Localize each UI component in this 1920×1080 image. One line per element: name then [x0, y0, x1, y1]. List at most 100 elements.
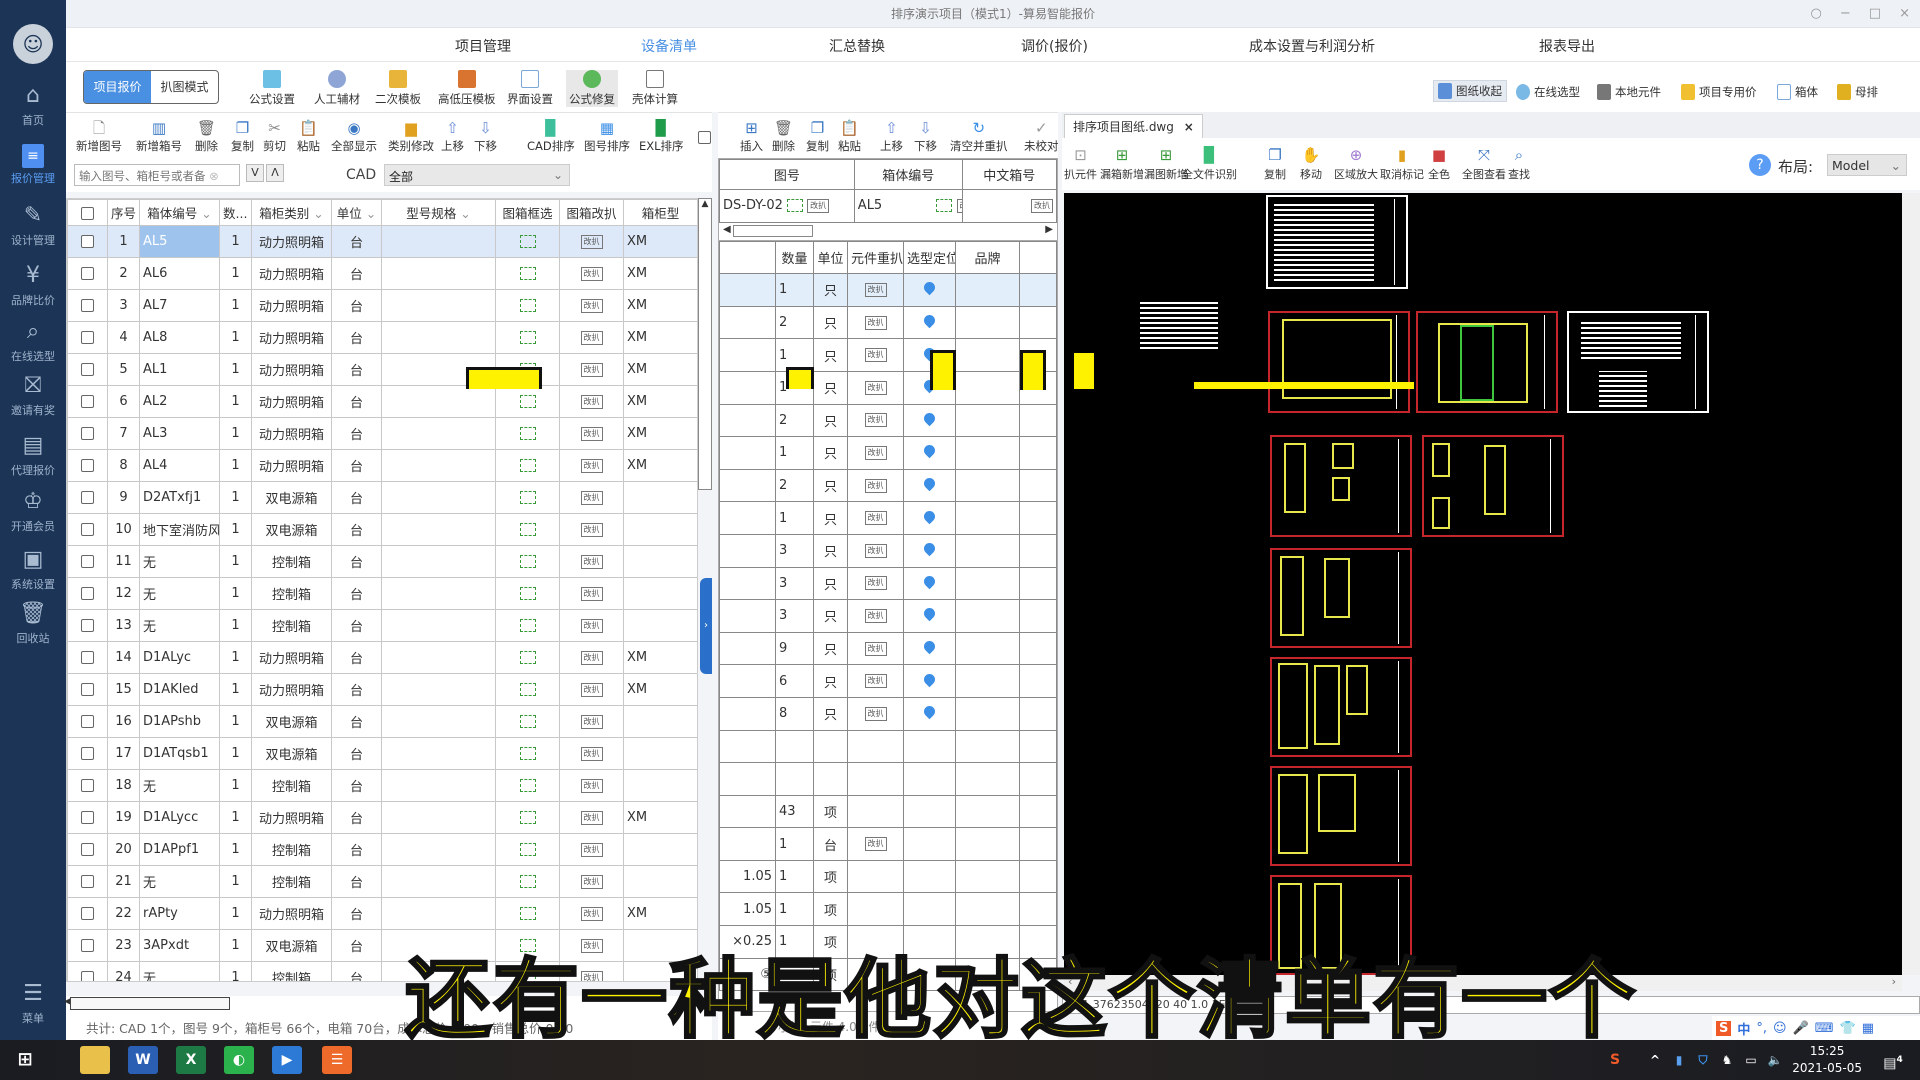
component-unit-cell[interactable]: 只 — [813, 696, 848, 731]
cell-model[interactable]: XM — [623, 417, 697, 450]
cell-unit[interactable]: 台 — [331, 449, 382, 482]
cell-spec[interactable] — [381, 673, 496, 706]
labor-materials-button[interactable]: 人工辅材 — [314, 70, 360, 107]
rescan-button[interactable]: 改扒 — [864, 511, 887, 526]
frame-select-icon[interactable] — [519, 491, 536, 504]
volume-icon[interactable]: 🔈 — [1760, 1046, 1790, 1074]
component-qty-cell[interactable]: 1 — [775, 892, 814, 927]
cell-unit[interactable]: 台 — [331, 833, 382, 866]
cell-code[interactable]: AL1 — [139, 353, 220, 386]
cell-code[interactable]: AL4 — [139, 449, 220, 482]
component-row[interactable]: 1 只 改扒 — [719, 273, 1057, 307]
component-unit-cell[interactable]: 台 — [813, 827, 848, 861]
component-column-4[interactable]: 选型定位 — [903, 240, 956, 275]
cell-unit[interactable]: 台 — [331, 865, 382, 898]
component-unit-cell[interactable]: 只 — [813, 533, 848, 568]
component-extra-cell[interactable] — [1019, 664, 1057, 698]
component-extra-cell[interactable] — [1019, 762, 1057, 796]
cell-unit[interactable]: 台 — [331, 705, 382, 738]
rescan-button[interactable]: 改扒 — [864, 315, 887, 330]
cell-spec[interactable] — [381, 577, 496, 610]
cad-sort-button[interactable]: ▉ CAD排序 — [527, 119, 575, 154]
cell-unit[interactable]: 台 — [331, 737, 382, 770]
cell-model[interactable] — [623, 481, 697, 514]
rescan-cell[interactable]: 改扒 — [559, 321, 624, 354]
row-checkbox-cell[interactable] — [67, 609, 108, 642]
frame-select-icon[interactable] — [519, 235, 536, 248]
component-brand-cell[interactable] — [955, 501, 1020, 535]
component-extra-cell[interactable] — [1019, 859, 1057, 894]
row-checkbox-cell[interactable] — [67, 577, 108, 610]
cell-code[interactable]: D2ATxfj1 — [139, 481, 220, 514]
cell-unit[interactable]: 台 — [331, 897, 382, 930]
emoji-icon[interactable]: ☺ — [1773, 1021, 1787, 1036]
mode-drawing-scan[interactable]: 扒图模式 — [151, 71, 218, 103]
tab-summary-replace[interactable]: 汇总替换 — [829, 36, 885, 56]
row-checkbox[interactable] — [81, 395, 94, 408]
table-row[interactable]: 21 无 1 控制箱台 改扒 — [67, 865, 697, 898]
row-checkbox[interactable] — [81, 843, 94, 856]
cad-tool-4[interactable]: ❐ 复制 — [1264, 146, 1286, 182]
component-extra-cell[interactable] — [1019, 892, 1057, 927]
component-rescan-cell[interactable]: 改扒 — [847, 599, 904, 633]
component-rescan-cell[interactable]: 改扒 — [847, 305, 904, 340]
scroll-thumb[interactable] — [733, 224, 813, 237]
cell-type[interactable]: 双电源箱 — [251, 481, 332, 514]
column-header-5[interactable]: 单位 ⌄ — [331, 199, 382, 226]
cell-no[interactable]: 1 — [107, 225, 140, 258]
row-checkbox-cell[interactable] — [67, 961, 108, 981]
component-name-cell[interactable] — [719, 338, 776, 372]
drawing-no-cell[interactable]: DS-DY-02 改扒 — [719, 189, 855, 223]
row-checkbox[interactable] — [81, 491, 94, 504]
component-qty-cell[interactable] — [775, 729, 814, 764]
rescan-button[interactable]: 改扒 — [580, 586, 603, 601]
drawing-sheet-5[interactable] — [1270, 435, 1412, 537]
frame-select-icon[interactable] — [519, 619, 536, 632]
rescan-button[interactable]: 改扒 — [580, 874, 603, 889]
maximize-button[interactable]: □ — [1869, 0, 1881, 28]
add-drawing-button[interactable]: 🗋 新增图号 — [76, 119, 122, 154]
cad-filter-select[interactable]: 全部 ⌄ — [384, 164, 570, 186]
component-name-cell[interactable]: 1.05 — [719, 892, 776, 927]
component-row[interactable] — [719, 729, 1057, 764]
row-checkbox[interactable] — [81, 267, 94, 280]
frame-select-icon[interactable] — [519, 875, 536, 888]
component-brand-cell[interactable] — [955, 762, 1020, 796]
ime-toolbar[interactable]: S 中 °, ☺ 🎤 ⌨ 👕 ▦ — [1712, 1016, 1920, 1040]
cell-spec[interactable] — [381, 769, 496, 802]
cell-code[interactable]: AL3 — [139, 417, 220, 450]
cell-code[interactable]: 无 — [139, 865, 220, 898]
cell-model[interactable]: XM — [623, 321, 697, 354]
frame-select-icon[interactable] — [519, 779, 536, 792]
cell-qty[interactable]: 1 — [219, 225, 252, 258]
cell-type[interactable]: 控制箱 — [251, 961, 332, 981]
local-components-button[interactable]: 本地元件 — [1597, 84, 1661, 100]
component-row[interactable]: 2 只 改扒 — [719, 468, 1057, 503]
column-header-2[interactable]: 箱体编号 ⌄ — [139, 199, 220, 226]
cell-no[interactable]: 20 — [107, 833, 140, 866]
component-locate-cell[interactable] — [903, 631, 956, 666]
rescan-button[interactable]: 改扒 — [580, 522, 603, 537]
component-unit-cell[interactable] — [813, 762, 848, 796]
component-name-cell[interactable] — [719, 696, 776, 731]
component-row[interactable]: 3 只 改扒 — [719, 533, 1057, 568]
cell-unit[interactable]: 台 — [331, 417, 382, 450]
paste-component-button[interactable]: 📋 粘贴 — [838, 119, 861, 154]
frame-select-cell[interactable] — [495, 801, 560, 834]
row-checkbox-cell[interactable] — [67, 385, 108, 418]
column-header-3[interactable]: 数... ⌄ — [219, 199, 252, 226]
column-header-8[interactable]: 图箱改扒 — [559, 199, 624, 226]
cell-unit[interactable]: 台 — [331, 513, 382, 546]
excel-icon[interactable]: X — [176, 1046, 206, 1074]
delete-component-button[interactable]: 🗑 删除 — [772, 119, 795, 154]
table-row[interactable]: 2 AL6 1 动力照明箱台 改扒 XM — [67, 257, 697, 290]
frame-select-cell[interactable] — [495, 257, 560, 290]
rescan-button[interactable]: 改扒 — [1031, 198, 1053, 213]
rescan-button[interactable]: 改扒 — [580, 298, 603, 313]
frame-select-cell[interactable] — [495, 833, 560, 866]
close-button[interactable]: × — [1899, 0, 1910, 28]
cell-qty[interactable]: 1 — [219, 769, 252, 802]
frame-select-icon[interactable] — [519, 811, 536, 824]
cad-tool-6[interactable]: ⊕ 区域放大 — [1334, 146, 1378, 182]
cell-model[interactable] — [623, 705, 697, 738]
